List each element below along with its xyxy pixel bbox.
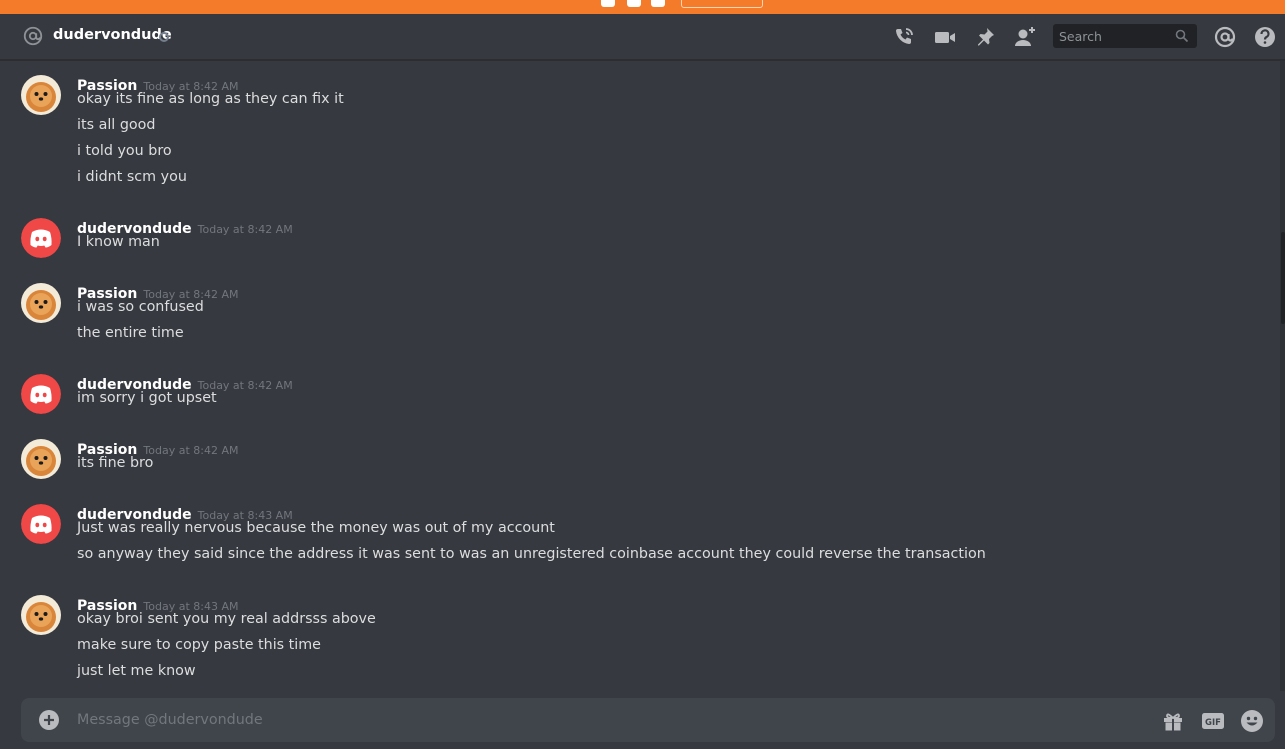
channel-header: dudervondude: [0, 14, 1285, 60]
discord-logo-avatar[interactable]: [21, 374, 61, 414]
message-text: Just was really nervous because the mone…: [77, 520, 555, 536]
message-text: I know man: [77, 234, 160, 250]
message-timestamp: Today at 8:42 AM: [197, 223, 293, 236]
apple-icon[interactable]: [601, 0, 615, 7]
video-call-icon[interactable]: [932, 24, 958, 50]
at-sign-icon: [23, 26, 43, 46]
message-text: the entire time: [77, 325, 184, 341]
top-notice-banner: [0, 0, 1285, 14]
voice-call-icon[interactable]: [891, 24, 917, 50]
pomeranian-avatar-image: [21, 439, 61, 479]
search-icon[interactable]: [1175, 29, 1189, 43]
message-scrollbar-thumb[interactable]: [1281, 232, 1285, 324]
help-icon[interactable]: [1252, 24, 1278, 50]
message-text: its fine bro: [77, 455, 154, 471]
discord-logo-icon: [21, 218, 61, 258]
message-input[interactable]: [77, 698, 1137, 742]
message-composer: GIF: [21, 698, 1275, 742]
dog-avatar[interactable]: [21, 595, 61, 635]
dog-avatar[interactable]: [21, 439, 61, 479]
message-text: okay broi sent you my real addrsss above: [77, 611, 376, 627]
mentions-icon[interactable]: [1212, 24, 1238, 50]
pomeranian-avatar-image: [21, 75, 61, 115]
search-box[interactable]: [1053, 24, 1197, 48]
android-icon[interactable]: [627, 0, 641, 7]
channel-title: dudervondude: [53, 27, 172, 43]
message-text: i was so confused: [77, 299, 204, 315]
message-list[interactable]: Passion Today at 8:42 AM okay its fine as…: [0, 61, 1280, 691]
discord-logo-icon: [21, 504, 61, 544]
pomeranian-avatar-image: [21, 283, 61, 323]
message-timestamp: Today at 8:42 AM: [143, 444, 239, 457]
svg-text:GIF: GIF: [1205, 718, 1221, 728]
discord-logo-avatar[interactable]: [21, 218, 61, 258]
pinned-messages-icon[interactable]: [972, 24, 998, 50]
message-text: okay its fine as long as they can fix it: [77, 91, 344, 107]
gift-icon[interactable]: [1161, 709, 1185, 733]
add-attachment-icon[interactable]: [39, 710, 59, 730]
message-text: im sorry i got upset: [77, 390, 217, 406]
offline-status-indicator: [159, 32, 169, 42]
message-text: i didnt scm you: [77, 169, 187, 185]
discord-logo-icon: [21, 374, 61, 414]
message-scrollbar-track[interactable]: [1280, 61, 1285, 691]
message-text: make sure to copy paste this time: [77, 637, 321, 653]
dog-avatar[interactable]: [21, 283, 61, 323]
gif-icon[interactable]: GIF: [1201, 709, 1225, 733]
search-input[interactable]: [1053, 24, 1171, 48]
emoji-icon[interactable]: [1240, 709, 1264, 733]
message-text: its all good: [77, 117, 156, 133]
message-text: i told you bro: [77, 143, 172, 159]
message-text: so anyway they said since the address it…: [77, 546, 986, 562]
windows-icon[interactable]: [651, 0, 665, 7]
banner-download-button[interactable]: [681, 0, 763, 8]
discord-logo-avatar[interactable]: [21, 504, 61, 544]
dog-avatar[interactable]: [21, 75, 61, 115]
add-friend-to-dm-icon[interactable]: [1012, 24, 1038, 50]
message-text: just let me know: [77, 663, 196, 679]
pomeranian-avatar-image: [21, 595, 61, 635]
